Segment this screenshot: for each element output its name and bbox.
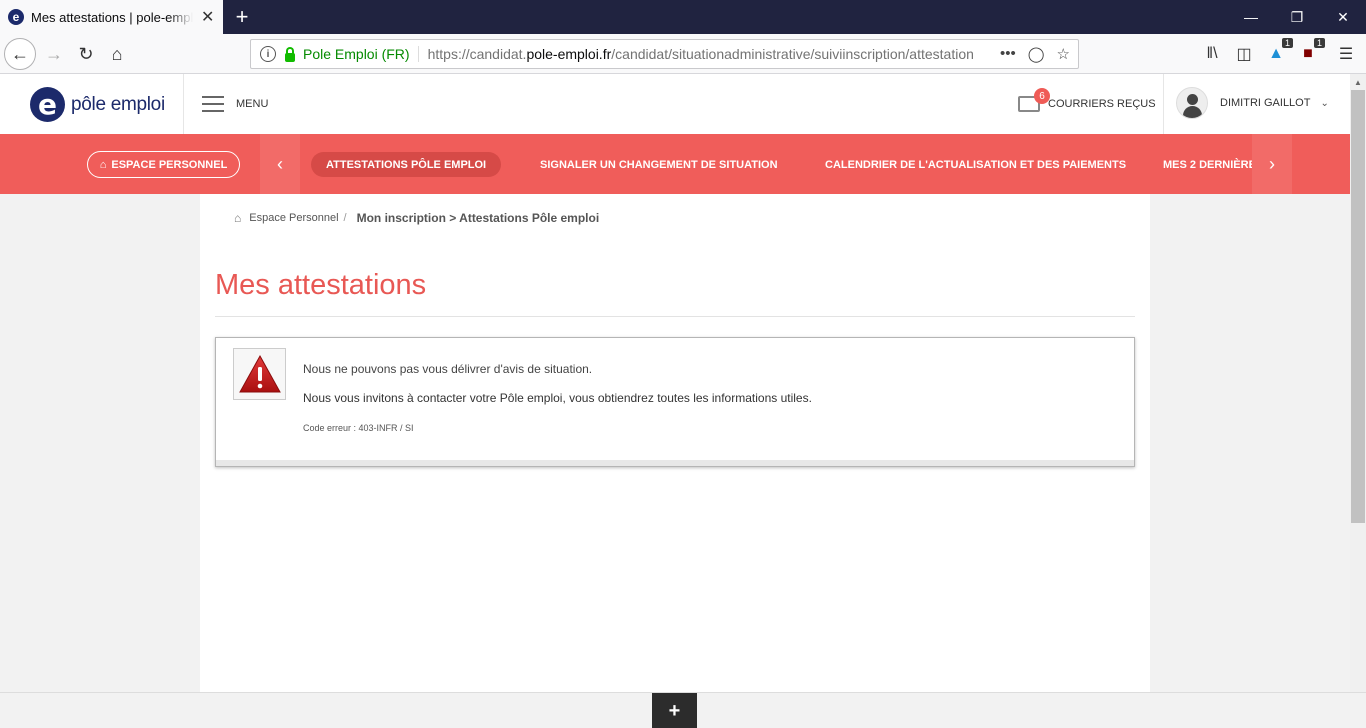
avatar xyxy=(1176,87,1208,119)
alert-message-primary: Nous ne pouvons pas vous délivrer d'avis… xyxy=(303,362,593,376)
extension-icon[interactable]: ▲ 1 xyxy=(1264,38,1293,66)
url-actions: ••• ◯ ☆ xyxy=(1000,45,1078,63)
section-nav: ⌂ ESPACE PERSONNEL ‹ ATTESTATIONS PÔLE E… xyxy=(0,134,1350,194)
ublock-icon[interactable]: ■ 1 xyxy=(1296,38,1325,66)
library-icon[interactable]: ‖\ xyxy=(1200,42,1224,66)
header-divider xyxy=(183,74,184,134)
page-actions-icon[interactable]: ••• xyxy=(1000,45,1016,63)
page-title: Mes attestations xyxy=(215,269,427,301)
breadcrumb-current: Mon inscription > Attestations Pôle empl… xyxy=(356,211,600,225)
pocket-icon[interactable]: ◯ xyxy=(1028,45,1045,63)
error-alert: Nous ne pouvons pas vous délivrer d'avis… xyxy=(215,337,1135,467)
breadcrumb-home-link[interactable]: Espace Personnel xyxy=(249,212,338,224)
courriers-count-badge: 6 xyxy=(1034,88,1050,104)
user-name: DIMITRI GAILLOT xyxy=(1220,97,1311,109)
reload-icon[interactable]: ↻ xyxy=(70,38,102,70)
alert-error-code: Code erreur : 403-INFR / SI xyxy=(303,423,414,433)
logo-text: pôle emploi xyxy=(71,93,165,115)
extension-badge: 1 xyxy=(1281,38,1293,48)
site-info-icon[interactable]: i xyxy=(260,46,276,62)
bookmark-star-icon[interactable]: ☆ xyxy=(1057,45,1070,63)
home-icon[interactable]: ⌂ xyxy=(101,38,133,70)
tab-title: Mes attestations | pole-emploi.fr xyxy=(31,9,193,25)
scroll-up-icon[interactable]: ▲ xyxy=(1354,78,1362,87)
minimize-window-icon[interactable]: — xyxy=(1228,0,1274,34)
chevron-down-icon: ⌄ xyxy=(1320,97,1329,109)
breadcrumb-separator: / xyxy=(343,212,347,224)
menu-hamburger-icon xyxy=(202,96,224,112)
menu-label: MENU xyxy=(236,98,269,110)
scrollbar-thumb[interactable] xyxy=(1351,90,1365,523)
pole-emploi-logo[interactable]: e pôle emploi xyxy=(30,87,165,122)
nav-item-dernieres[interactable]: MES 2 DERNIÈRES xyxy=(1163,152,1252,177)
espace-personnel-button[interactable]: ⌂ ESPACE PERSONNEL xyxy=(87,151,240,178)
alert-footer xyxy=(216,460,1134,466)
courriers-button[interactable]: 6 COURRIERS REÇUS xyxy=(1018,88,1156,112)
url-domain: pole-emploi.fr xyxy=(526,46,612,62)
site-identity[interactable]: Pole Emploi (FR) xyxy=(303,46,419,62)
nav-items: ATTESTATIONS PÔLE EMPLOI SIGNALER UN CHA… xyxy=(300,134,1252,194)
espace-personnel-label: ESPACE PERSONNEL xyxy=(111,158,228,171)
warning-icon xyxy=(233,348,286,400)
breadcrumb-home-icon: ⌂ xyxy=(234,211,242,225)
title-divider xyxy=(215,316,1135,317)
alert-message-secondary: Nous vous invitons à contacter votre Pôl… xyxy=(303,391,812,405)
header-divider xyxy=(1163,74,1164,134)
browser-tab-bar: e Mes attestations | pole-emploi.fr ✕ + … xyxy=(0,0,1366,34)
close-tab-icon[interactable]: ✕ xyxy=(201,7,214,27)
lock-icon xyxy=(285,46,295,62)
back-arrow-icon[interactable]: ← xyxy=(4,38,36,70)
mail-icon: 6 xyxy=(1018,88,1050,112)
site-header: e pôle emploi MENU 6 COURRIERS REÇUS DIM… xyxy=(0,74,1350,134)
breadcrumb: ⌂ Espace Personnel / Mon inscription > A… xyxy=(234,211,599,225)
forward-arrow-icon[interactable]: → xyxy=(38,38,70,70)
close-window-icon[interactable]: ✕ xyxy=(1320,0,1366,34)
nav-item-calendrier[interactable]: CALENDRIER DE L'ACTUALISATION ET DES PAI… xyxy=(825,152,1126,177)
courriers-label: COURRIERS REÇUS xyxy=(1048,98,1156,110)
logo-mark: e xyxy=(30,87,65,122)
home-outline-icon: ⌂ xyxy=(99,158,107,171)
pole-emploi-favicon-icon: e xyxy=(8,9,24,25)
page-scrollbar[interactable]: ▲ xyxy=(1350,74,1366,692)
url-path: /candidat/situationadministrative/suivii… xyxy=(611,46,974,62)
bottom-bar: + xyxy=(0,692,1366,728)
restore-window-icon[interactable]: ❐ xyxy=(1274,0,1320,34)
ublock-badge: 1 xyxy=(1313,38,1325,48)
browser-tab-active[interactable]: e Mes attestations | pole-emploi.fr ✕ xyxy=(0,0,223,34)
new-tab-button[interactable]: + xyxy=(229,3,255,31)
nav-item-attestations[interactable]: ATTESTATIONS PÔLE EMPLOI xyxy=(311,152,502,177)
menu-button[interactable]: MENU xyxy=(202,96,268,112)
browser-nav-bar: ← → ↻ ⌂ i Pole Emploi (FR) https://candi… xyxy=(0,34,1366,74)
nav-next-icon[interactable]: › xyxy=(1252,134,1292,194)
nav-prev-icon[interactable]: ‹ xyxy=(260,134,300,194)
sidebar-icon[interactable]: ◫ xyxy=(1232,42,1256,66)
user-menu[interactable]: DIMITRI GAILLOT ⌄ xyxy=(1176,87,1329,119)
nav-item-signaler[interactable]: SIGNALER UN CHANGEMENT DE SITUATION xyxy=(540,152,778,177)
hamburger-menu-icon[interactable]: ☰ xyxy=(1334,42,1358,66)
url-text[interactable]: https://candidat.pole-emploi.fr/candidat… xyxy=(428,46,976,62)
main-content: ⌂ Espace Personnel / Mon inscription > A… xyxy=(200,194,1150,692)
address-bar[interactable]: i Pole Emploi (FR) https://candidat.pole… xyxy=(250,39,1079,69)
plus-button[interactable]: + xyxy=(652,693,697,728)
url-prefix: https://candidat. xyxy=(427,46,527,62)
